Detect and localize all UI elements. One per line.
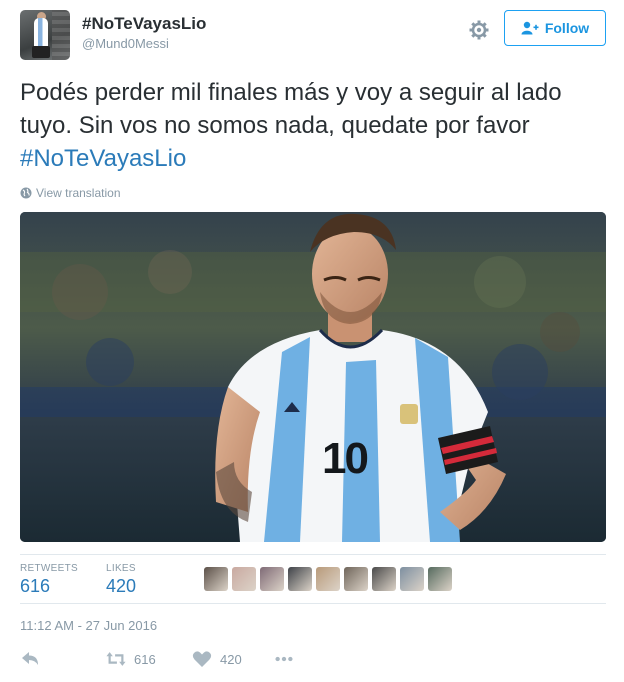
likes-stat[interactable]: LIKES 420 <box>106 563 136 597</box>
shirt-number: 10 <box>322 434 369 483</box>
reply-icon <box>22 652 38 665</box>
tweet-text-body: Podés perder mil finales más y voy a seg… <box>20 79 562 139</box>
heart-icon <box>192 651 212 667</box>
tweet-photo[interactable]: 10 <box>20 212 606 542</box>
liker-avatar[interactable] <box>428 567 452 591</box>
tweet-stats: RETWEETS 616 LIKES 420 <box>20 554 606 604</box>
liker-avatar[interactable] <box>260 567 284 591</box>
retweet-button[interactable]: 616 <box>106 650 156 668</box>
liker-avatar[interactable] <box>372 567 396 591</box>
avatar-figure-legs <box>32 46 50 58</box>
liker-avatars <box>204 567 452 591</box>
view-translation-link[interactable]: View translation <box>20 186 121 200</box>
retweet-action-count: 616 <box>134 651 156 667</box>
messi-photo <box>20 212 606 542</box>
liker-avatar[interactable] <box>288 567 312 591</box>
avatar-background <box>52 10 70 60</box>
liker-avatar[interactable] <box>204 567 228 591</box>
user-handle[interactable]: @Mund0Messi <box>82 35 206 53</box>
reply-button[interactable] <box>20 650 40 668</box>
liker-avatar[interactable] <box>400 567 424 591</box>
gear-icon[interactable] <box>469 20 489 40</box>
more-icon <box>275 656 293 662</box>
globe-icon <box>20 187 32 199</box>
hashtag-link[interactable]: #NoTeVayasLio <box>20 145 186 172</box>
tweet-actions: 616 420 <box>20 650 606 672</box>
add-user-icon <box>521 21 539 35</box>
follow-button[interactable]: Follow <box>504 10 606 46</box>
display-name[interactable]: #NoTeVayasLio <box>82 13 206 35</box>
more-button[interactable] <box>274 650 294 668</box>
retweets-label: RETWEETS <box>20 563 78 574</box>
liker-avatar[interactable] <box>232 567 256 591</box>
follow-button-label: Follow <box>544 20 590 36</box>
retweet-icon <box>106 652 126 666</box>
avatar-figure-body <box>34 18 48 48</box>
tweet-timestamp[interactable]: 11:12 AM - 27 Jun 2016 <box>20 618 157 633</box>
retweets-stat[interactable]: RETWEETS 616 <box>20 563 78 597</box>
like-button[interactable]: 420 <box>192 650 242 668</box>
likes-count: 420 <box>106 576 137 596</box>
like-action-count: 420 <box>220 651 242 667</box>
view-translation-label: View translation <box>36 186 121 200</box>
tweet-text: Podés perder mil finales más y voy a seg… <box>20 76 604 175</box>
retweets-count: 616 <box>20 576 51 596</box>
liker-avatar[interactable] <box>316 567 340 591</box>
liker-avatar[interactable] <box>344 567 368 591</box>
user-names: #NoTeVayasLio @Mund0Messi <box>82 13 206 53</box>
likes-label: LIKES <box>106 563 136 574</box>
tweet-header: #NoTeVayasLio @Mund0Messi Follow <box>20 10 606 62</box>
avatar[interactable] <box>20 10 70 60</box>
